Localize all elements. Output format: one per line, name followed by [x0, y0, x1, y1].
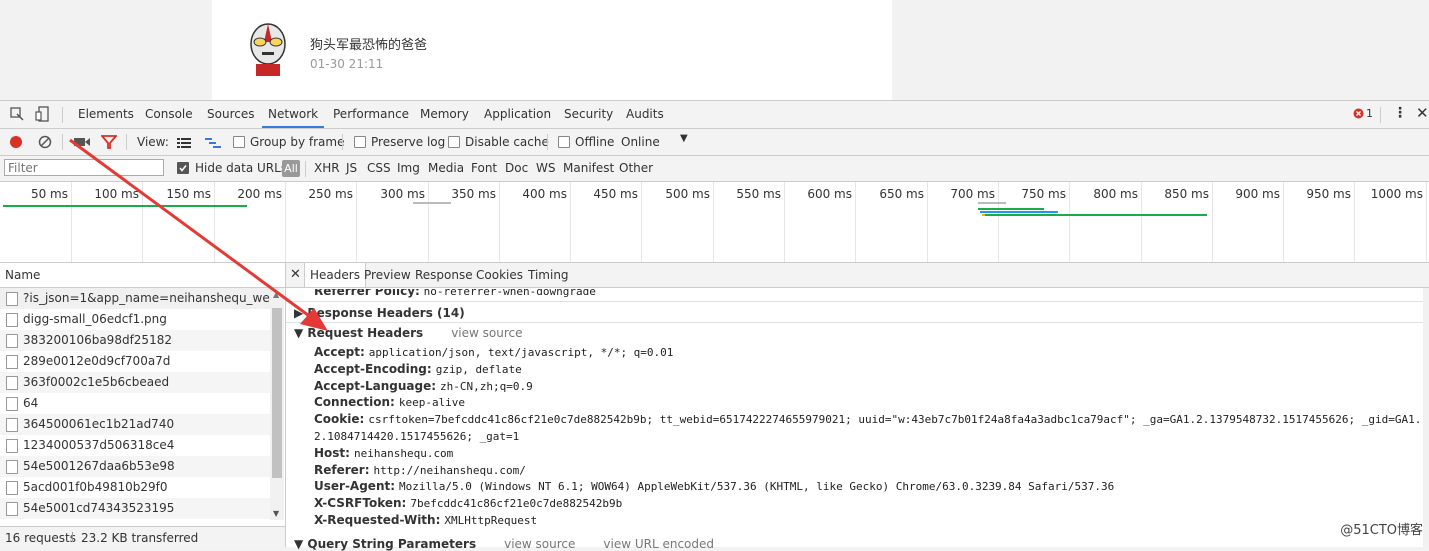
annotation-arrow	[69, 138, 328, 331]
watermark: @51CTO博客	[1340, 523, 1423, 538]
